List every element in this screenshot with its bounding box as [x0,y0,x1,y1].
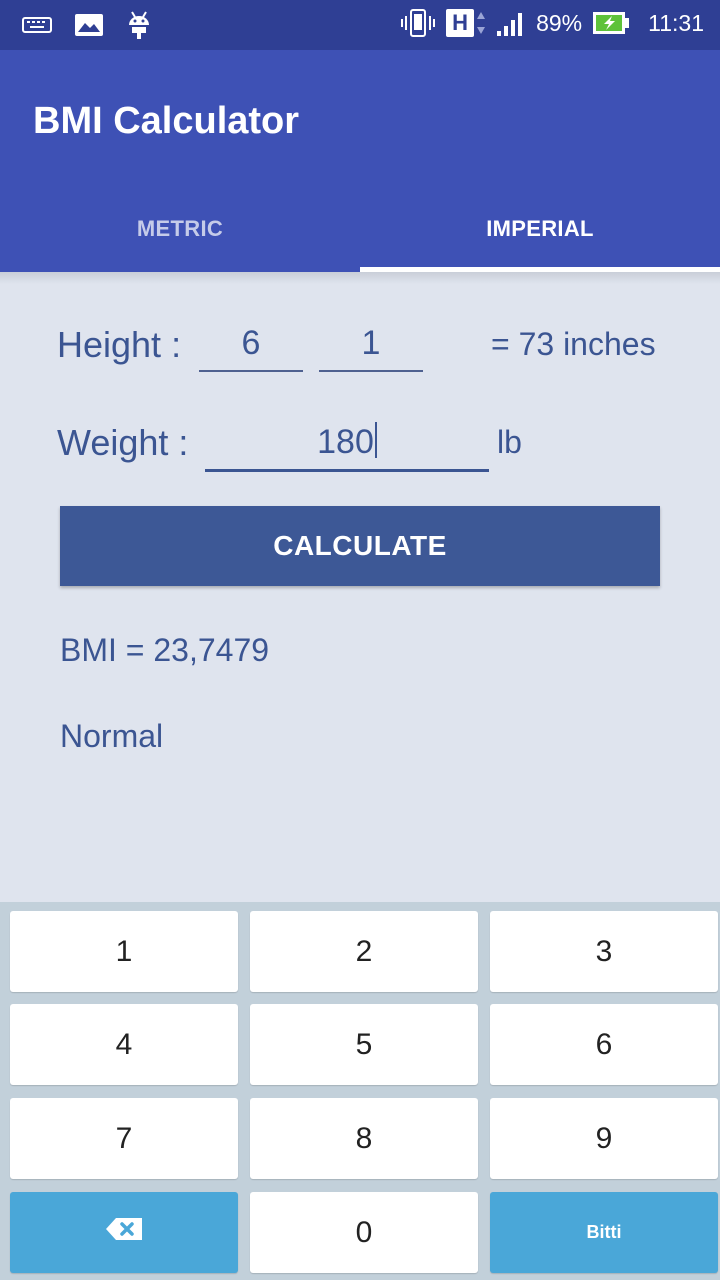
image-icon [74,13,104,37]
weight-value: 180 [317,423,374,461]
status-bar: H 89% 11:31 [0,0,720,50]
text-cursor [374,422,377,458]
signal-icon [496,9,526,37]
clock: 11:31 [648,9,704,36]
height-inches-input[interactable]: 1 [319,324,423,372]
android-icon [126,10,152,40]
bmi-result: BMI = 23,7479 [60,632,270,668]
calculate-button[interactable]: CALCULATE [60,506,660,586]
key-2[interactable]: 2 [250,911,478,992]
height-inches-value: 1 [361,324,381,362]
tab-metric[interactable]: METRIC [0,186,360,272]
key-4[interactable]: 4 [10,1004,238,1085]
battery-percent: 89% [536,9,583,36]
app-bar-shadow [0,272,720,284]
backspace-icon [104,1216,144,1250]
backspace-key[interactable] [10,1192,238,1273]
network-type-label: H [446,9,475,37]
key-7[interactable]: 7 [10,1098,238,1179]
weight-label: Weight : [57,422,189,463]
key-6[interactable]: 6 [490,1004,718,1085]
unit-tabs: METRIC IMPERIAL [0,186,720,272]
network-h-icon: H [446,9,486,37]
key-8[interactable]: 8 [250,1098,478,1179]
height-feet-value: 6 [241,324,261,362]
app-title: BMI Calculator [33,100,300,142]
key-5[interactable]: 5 [250,1004,478,1085]
app-bar: BMI Calculator METRIC IMPERIAL [0,50,720,272]
done-key[interactable]: Bitti [490,1192,718,1273]
tab-imperial[interactable]: IMPERIAL [360,186,720,272]
height-label: Height : [57,324,182,365]
vibrate-icon [400,8,436,38]
key-3[interactable]: 3 [490,911,718,992]
weight-input[interactable]: 180 [205,422,489,472]
key-9[interactable]: 9 [490,1098,718,1179]
weight-unit: lb [497,424,522,460]
key-1[interactable]: 1 [10,911,238,992]
keyboard-icon [22,15,52,35]
bmi-category: Normal [60,718,164,754]
height-conversion: = 73 inches [491,326,656,362]
numeric-keyboard: 1 2 3 4 5 6 7 8 9 0 Bitti [0,902,720,1280]
battery-charging-icon [592,10,630,36]
key-0[interactable]: 0 [250,1192,478,1273]
height-feet-input[interactable]: 6 [199,324,303,372]
